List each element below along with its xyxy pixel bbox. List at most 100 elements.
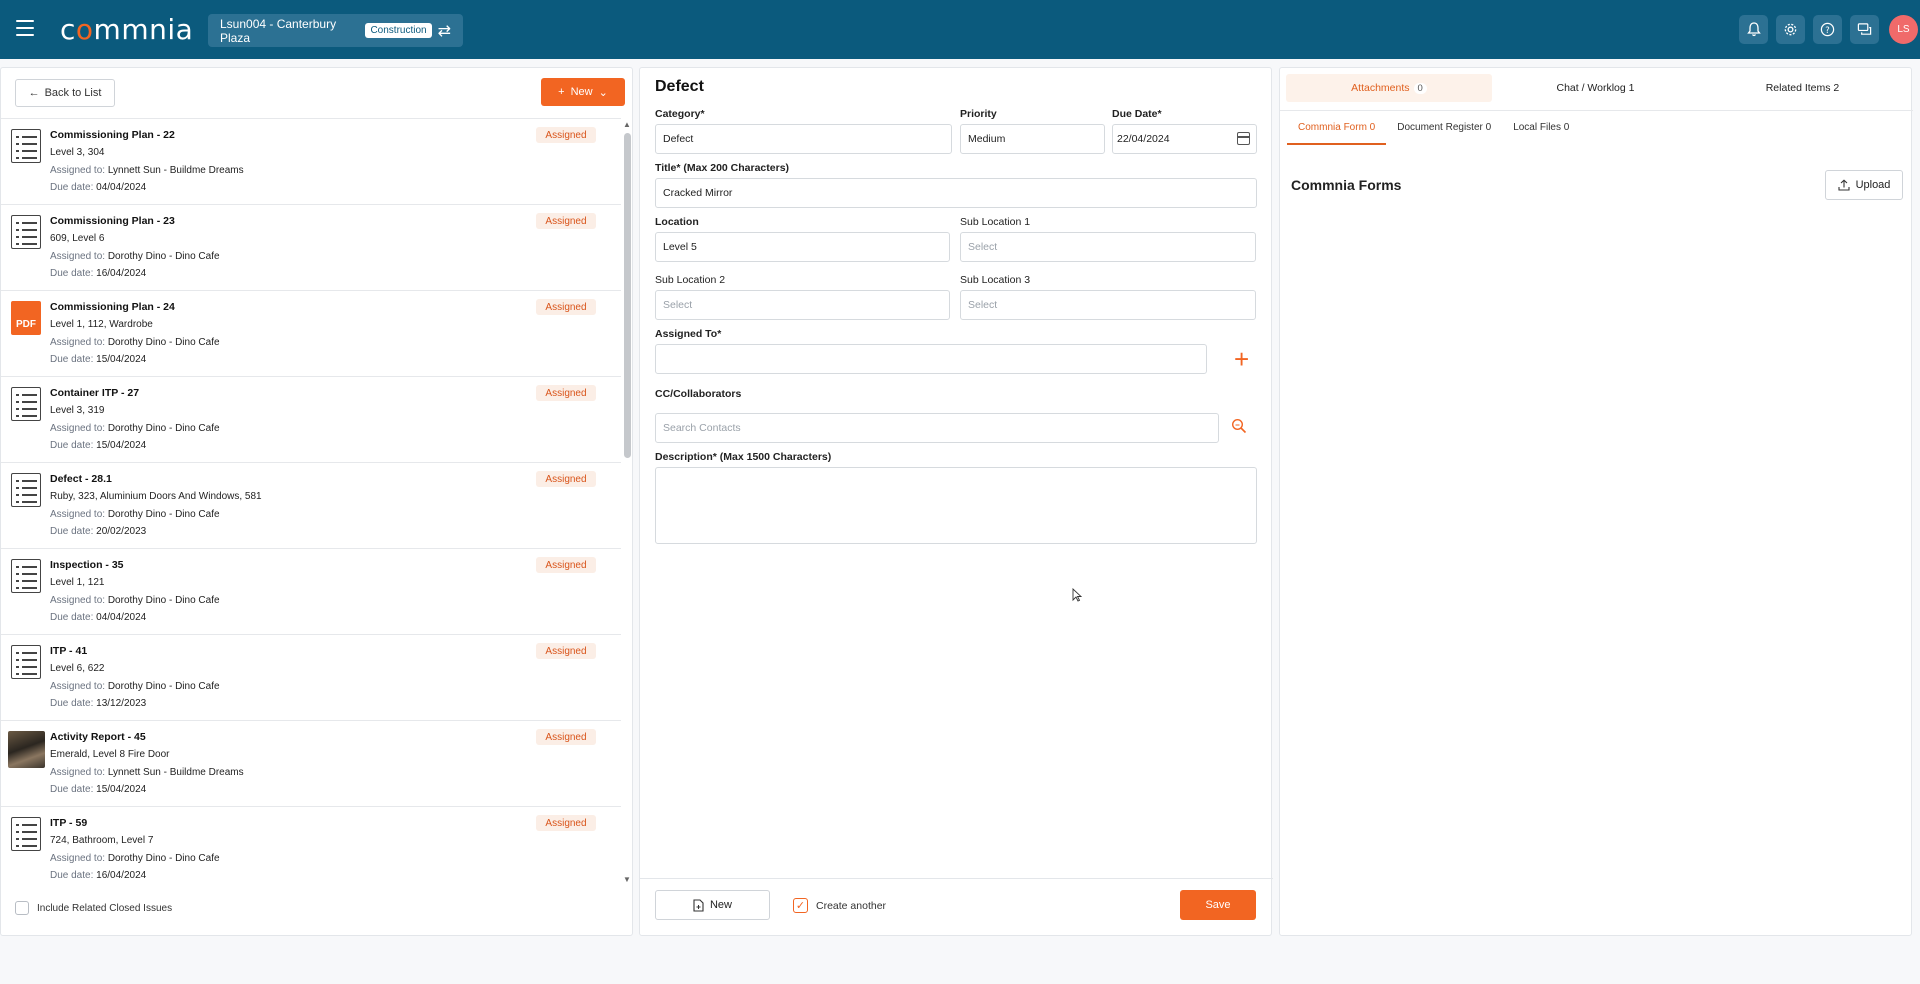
new-dropdown-button[interactable]: + New ⌄ (541, 78, 625, 106)
item-due-date: Due date: 15/04/2024 (50, 440, 147, 451)
checklist-icon (11, 387, 41, 421)
item-location: Ruby, 323, Aluminium Doors And Windows, … (50, 491, 262, 502)
item-assigned: Assigned to: Dorothy Dino - Dino Cafe (50, 853, 220, 864)
item-assigned: Assigned to: Dorothy Dino - Dino Cafe (50, 681, 220, 692)
search-icon[interactable] (1231, 418, 1247, 434)
tab-attachments[interactable]: Attachments 0 (1286, 74, 1492, 102)
item-due-date: Due date: 04/04/2024 (50, 182, 147, 193)
list-item[interactable]: Defect - 28.1 Ruby, 323, Aluminium Doors… (1, 463, 621, 549)
item-due-date: Due date: 16/04/2024 (50, 268, 147, 279)
item-location: Level 6, 622 (50, 663, 105, 674)
create-another-checkbox[interactable]: ✓ (793, 898, 808, 913)
location-label: Location (655, 216, 699, 228)
list-item[interactable]: Activity Report - 45 Emerald, Level 8 Fi… (1, 721, 621, 807)
list-item[interactable]: ITP - 59 724, Bathroom, Level 7 Assigned… (1, 807, 621, 886)
project-name: Lsun004 - Canterbury Plaza (220, 16, 337, 45)
scrollbar-thumb[interactable] (624, 133, 631, 458)
add-assignee-plus-icon[interactable]: + (1234, 346, 1249, 372)
assigned-to-input[interactable] (655, 344, 1207, 374)
status-badge: Assigned (536, 643, 596, 659)
priority-select[interactable]: Medium (960, 124, 1105, 154)
help-icon[interactable]: ? (1813, 15, 1842, 44)
item-location: Level 1, 121 (50, 577, 105, 588)
attachments-panel: Attachments 0 Chat / Worklog 1 Related I… (1279, 67, 1913, 936)
item-assigned: Assigned to: Dorothy Dino - Dino Cafe (50, 595, 220, 606)
due-date-input[interactable]: 22/04/2024 (1112, 124, 1257, 154)
gear-icon[interactable] (1776, 15, 1805, 44)
item-title: Commissioning Plan - 22 (50, 129, 175, 141)
location-select[interactable]: Level 5 (655, 232, 950, 262)
svg-text:?: ? (1825, 25, 1829, 35)
arrow-left-icon: ← (28, 87, 40, 99)
item-due-date: Due date: 15/04/2024 (50, 784, 147, 795)
item-location: 609, Level 6 (50, 233, 105, 244)
checklist-icon (11, 645, 41, 679)
status-badge: Assigned (536, 729, 596, 745)
tab-related-items[interactable]: Related Items 2 (1699, 74, 1906, 102)
chat-icon[interactable] (1850, 15, 1879, 44)
status-badge: Assigned (536, 299, 596, 315)
defect-form-panel: Defect Category* Defect Priority Medium … (639, 67, 1273, 936)
status-badge: Assigned (536, 815, 596, 831)
item-assigned: Assigned to: Lynnett Sun - Buildme Dream… (50, 767, 244, 778)
item-title: Defect - 28.1 (50, 473, 112, 485)
subtab-commnia-form[interactable]: Commnia Form 0 (1287, 120, 1387, 145)
new-button[interactable]: New (655, 890, 770, 920)
scroll-up-icon[interactable]: ▲ (623, 120, 631, 129)
project-selector[interactable]: Lsun004 - Canterbury Plaza Construction … (208, 14, 463, 47)
calendar-icon[interactable] (1237, 132, 1250, 145)
top-bar: c o mmnia Lsun004 - Canterbury Plaza Const… (0, 0, 1920, 59)
list-scrollbar[interactable]: ▲ ▼ (623, 118, 632, 886)
item-title: ITP - 41 (50, 645, 88, 657)
swap-icon[interactable]: ⇄ (438, 21, 451, 41)
list-item[interactable]: Commissioning Plan - 22 Level 3, 304 Ass… (1, 119, 621, 205)
form-title: Defect (655, 78, 704, 95)
status-badge: Assigned (536, 127, 596, 143)
item-due-date: Due date: 13/12/2023 (50, 698, 147, 709)
list-item[interactable]: PDF Commissioning Plan - 24 Level 1, 112… (1, 291, 621, 377)
item-due-date: Due date: 16/04/2024 (50, 870, 147, 881)
cc-search-input[interactable]: Search Contacts (655, 413, 1219, 443)
item-title: Commissioning Plan - 23 (50, 215, 175, 227)
list-item[interactable]: Container ITP - 27 Level 3, 319 Assigned… (1, 377, 621, 463)
include-closed-label: Include Related Closed Issues (37, 902, 173, 914)
checklist-icon (11, 817, 41, 851)
bell-icon[interactable] (1739, 15, 1768, 44)
scroll-down-icon[interactable]: ▼ (623, 875, 631, 884)
title-input[interactable]: Cracked Mirror (655, 178, 1257, 208)
item-due-date: Due date: 20/02/2023 (50, 526, 147, 537)
item-title: Commissioning Plan - 24 (50, 301, 175, 313)
back-to-list-button[interactable]: ← Back to List (15, 79, 115, 107)
list-item[interactable]: Commissioning Plan - 23 609, Level 6 Ass… (1, 205, 621, 291)
list-item[interactable]: Inspection - 35 Level 1, 121 Assigned to… (1, 549, 621, 635)
sub-location-3-select[interactable]: Select (960, 290, 1256, 320)
tab-chat-worklog[interactable]: Chat / Worklog 1 (1492, 74, 1699, 102)
upload-icon (1838, 179, 1850, 191)
status-badge: Assigned (536, 213, 596, 229)
item-due-date: Due date: 15/04/2024 (50, 354, 147, 365)
assigned-to-label: Assigned To* (655, 328, 722, 340)
photo-thumbnail (8, 731, 45, 768)
cc-label: CC/Collaborators (655, 388, 742, 400)
item-location: 724, Bathroom, Level 7 (50, 835, 154, 846)
item-assigned: Assigned to: Dorothy Dino - Dino Cafe (50, 423, 220, 434)
due-date-label: Due Date* (1112, 108, 1162, 120)
avatar[interactable]: LS (1889, 15, 1918, 44)
category-select[interactable]: Defect (655, 124, 952, 154)
include-closed-checkbox[interactable] (15, 901, 29, 915)
sub-location-1-select[interactable]: Select (960, 232, 1256, 262)
sub-location-2-select[interactable]: Select (655, 290, 950, 320)
upload-button[interactable]: Upload (1825, 170, 1903, 200)
status-badge: Assigned (536, 557, 596, 573)
menu-icon[interactable] (16, 20, 34, 36)
attachments-count-badge: 0 (1413, 82, 1427, 94)
item-assigned: Assigned to: Dorothy Dino - Dino Cafe (50, 251, 220, 262)
logo[interactable]: c o mmnia (60, 12, 193, 46)
subtab-local-files[interactable]: Local Files 0 (1502, 120, 1580, 145)
description-textarea[interactable] (655, 467, 1257, 544)
save-button[interactable]: Save (1180, 890, 1256, 920)
plus-icon: + (558, 86, 565, 98)
subtab-document-register[interactable]: Document Register 0 (1386, 120, 1502, 145)
checklist-icon (11, 473, 41, 507)
list-item[interactable]: ITP - 41 Level 6, 622 Assigned to: Dorot… (1, 635, 621, 721)
